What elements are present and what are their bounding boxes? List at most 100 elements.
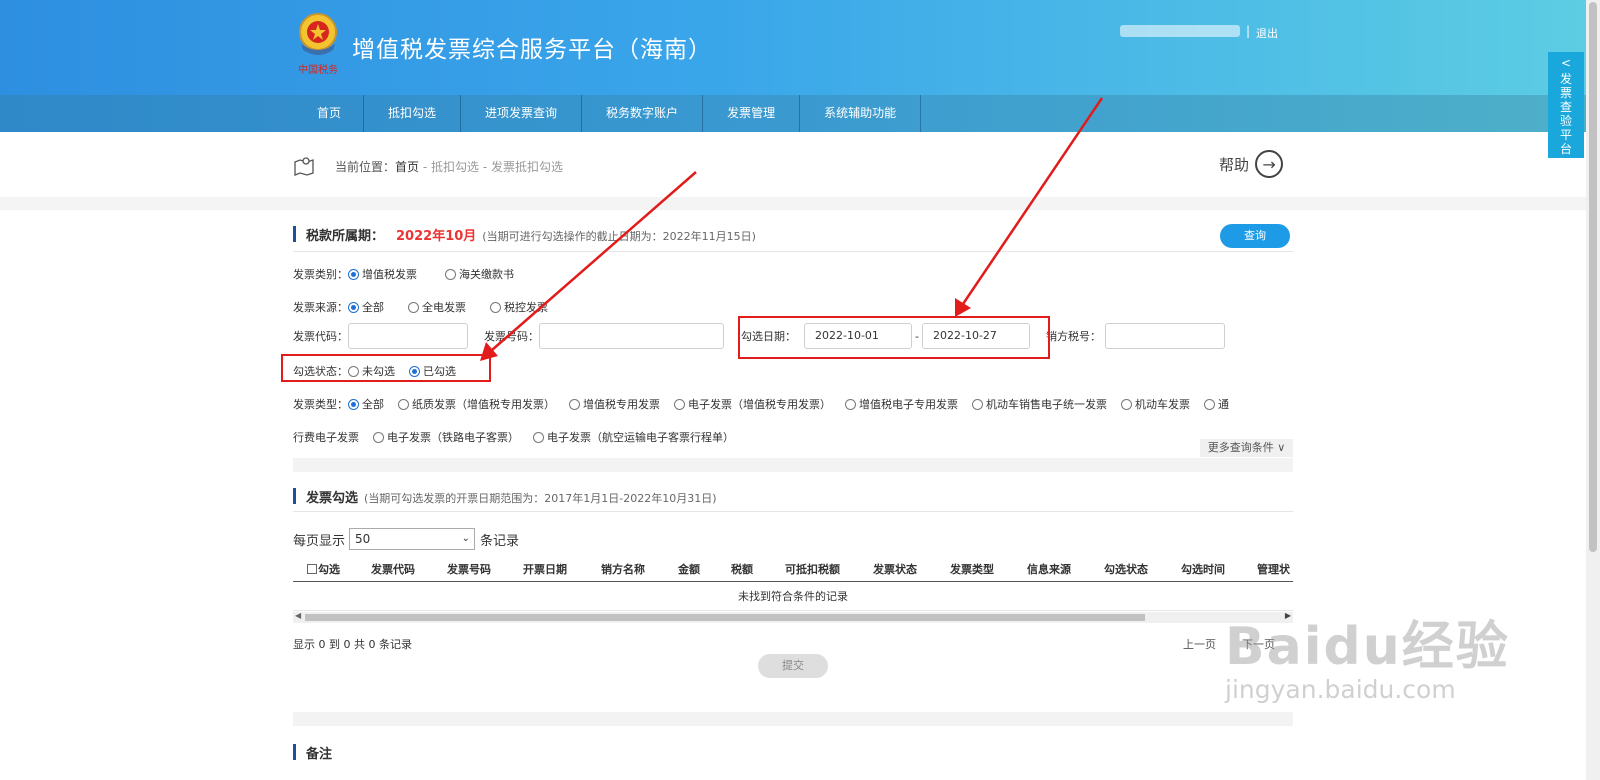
tax-period-label: 税款所属期：: [306, 229, 385, 244]
tax-emblem-logo: 中国税务: [298, 13, 338, 76]
invoice-type-row: 发票类型： 全部 纸质发票（增值税专用发票） 增值税专用发票 电子发票（增值税专…: [293, 396, 1243, 412]
breadcrumb-current: 发票抵扣勾选: [490, 160, 563, 174]
radio-label: 机动车发票: [1135, 398, 1190, 411]
breadcrumb-home[interactable]: 首页: [395, 160, 419, 174]
more-conditions-toggle[interactable]: 更多查询条件 ∨: [1200, 439, 1293, 457]
column-header[interactable]: 勾选时间: [1181, 561, 1225, 577]
column-header[interactable]: 勾选状态: [1104, 561, 1148, 577]
radio-unchecked-icon: [398, 398, 409, 410]
radio-unchecked-icon: [1204, 398, 1215, 410]
radio-source-full-electronic[interactable]: 全电发票: [408, 299, 466, 315]
invoice-verification-side-tab[interactable]: < 发票查验平台: [1548, 52, 1584, 158]
radio-type-air-itinerary[interactable]: 电子发票（航空运输电子客票行程单）: [533, 429, 734, 445]
column-header[interactable]: 发票代码: [371, 561, 415, 577]
date-highlight-box: [738, 316, 1050, 359]
table-header: 勾选 发票代码 发票号码 开票日期 销方名称 金额 税额 可抵扣税额 发票状态 …: [293, 554, 1293, 582]
radio-unchecked-icon: [490, 301, 501, 313]
radio-label: 机动车销售电子统一发票: [986, 398, 1107, 411]
nav-item-deduction-select[interactable]: 抵扣勾选: [364, 95, 462, 132]
radio-type-toll-electronic[interactable]: 通: [1204, 396, 1229, 412]
column-header[interactable]: 可抵扣税额: [785, 561, 840, 577]
chevron-left-icon: <: [1560, 56, 1572, 70]
breadcrumb-bar: 当前位置：首页 - 抵扣勾选 - 发票抵扣勾选 帮助 →: [0, 132, 1586, 197]
column-header[interactable]: 开票日期: [523, 561, 567, 577]
column-header[interactable]: 税额: [731, 561, 753, 577]
radio-label: 通: [1218, 398, 1229, 411]
nav-item-invoice-management[interactable]: 发票管理: [703, 95, 801, 132]
status-highlight-box: [281, 354, 491, 382]
radio-source-tax-control[interactable]: 税控发票: [490, 299, 548, 315]
breadcrumb-separator: -: [479, 160, 491, 174]
nav-item-tax-digital-account[interactable]: 税务数字账户: [582, 95, 704, 132]
radio-label: 全电发票: [422, 301, 466, 314]
per-page-select[interactable]: 50 ⌄: [349, 528, 476, 550]
table-horizontal-scrollbar[interactable]: ◀ ▶: [293, 611, 1293, 623]
tax-period-value: 2022年10月: [396, 229, 477, 244]
radio-type-paper-special[interactable]: 纸质发票（增值税专用发票）: [398, 396, 555, 412]
invoice-type-label: 发票类型：: [293, 398, 348, 411]
column-header[interactable]: 发票号码: [447, 561, 491, 577]
invoice-select-title: 发票勾选: [306, 491, 359, 506]
radio-label: 增值税发票: [362, 268, 417, 281]
chevron-down-icon: ⌄: [461, 533, 471, 544]
column-header[interactable]: 金额: [678, 561, 700, 577]
query-button[interactable]: 查询: [1220, 224, 1290, 248]
section-marker: [293, 226, 296, 242]
radio-type-vat-special[interactable]: 增值税专用发票: [569, 396, 660, 412]
records-suffix: 条记录: [480, 533, 520, 549]
checkbox-icon[interactable]: [307, 564, 317, 574]
scrollbar-thumb[interactable]: [1589, 2, 1597, 552]
radio-customs-payment[interactable]: 海关缴款书: [445, 266, 514, 282]
nav-item-home[interactable]: 首页: [293, 95, 365, 132]
user-name-blurred: [1120, 25, 1240, 37]
column-header[interactable]: 发票类型: [950, 561, 994, 577]
section-marker: [293, 488, 296, 504]
invoice-code-input[interactable]: [348, 323, 468, 349]
svg-text:中国税务: 中国税务: [298, 63, 338, 76]
radio-label: 全部: [362, 301, 384, 314]
site-title: 增值税发票综合服务平台（海南）: [352, 37, 712, 63]
submit-button[interactable]: 提交: [758, 654, 828, 678]
radio-type-railway-ticket[interactable]: 电子发票（铁路电子客票）: [373, 429, 519, 445]
radio-type-vat-electronic-special[interactable]: 增值税电子专用发票: [845, 396, 958, 412]
radio-type-electronic-special[interactable]: 电子发票（增值税专用发票）: [674, 396, 831, 412]
breadcrumb-separator: -: [419, 160, 431, 174]
vertical-scrollbar[interactable]: [1586, 0, 1600, 780]
prev-page-button[interactable]: 上一页: [1183, 636, 1216, 652]
scrollbar-thumb[interactable]: [305, 614, 1145, 621]
column-header: 勾选: [318, 563, 340, 576]
invoice-number-input[interactable]: [539, 323, 724, 349]
scroll-left-icon[interactable]: ◀: [295, 611, 301, 620]
logout-link[interactable]: 退出: [1256, 25, 1278, 41]
seller-tax-id-input[interactable]: [1104, 323, 1225, 349]
arrow-right-circle-icon: →: [1255, 150, 1284, 178]
radio-unchecked-icon: [972, 398, 983, 410]
radio-source-all[interactable]: 全部: [348, 299, 384, 315]
radio-label: 增值税电子专用发票: [859, 398, 958, 411]
main-nav: 首页 抵扣勾选 进项发票查询 税务数字账户 发票管理 系统辅助功能: [0, 95, 1586, 132]
radio-checked-icon: [348, 301, 359, 313]
radio-label: 电子发票（增值税专用发票）: [688, 398, 831, 411]
nav-item-input-invoice-query[interactable]: 进项发票查询: [461, 95, 583, 132]
tax-period-note: (当期可进行勾选操作的截止日期为：2022年11月15日): [482, 230, 756, 243]
breadcrumb-deduction-select[interactable]: 抵扣勾选: [431, 160, 479, 174]
column-header[interactable]: 发票状态: [873, 561, 917, 577]
section-divider-band: [293, 458, 1293, 472]
invoice-type-row-2: 行费电子发票 电子发票（铁路电子客票） 电子发票（航空运输电子客票行程单）: [293, 429, 748, 445]
section-marker: [293, 744, 296, 760]
breadcrumb-prefix: 当前位置：: [335, 160, 396, 174]
nav-item-system-tools[interactable]: 系统辅助功能: [800, 95, 922, 132]
invoice-source-row: 发票来源： 全部 全电发票 税控发票: [293, 299, 562, 315]
records-summary: 显示 0 到 0 共 0 条记录: [293, 638, 412, 651]
column-header[interactable]: 销方名称: [601, 561, 645, 577]
radio-unchecked-icon: [408, 301, 419, 313]
help-button[interactable]: 帮助 →: [1219, 150, 1284, 178]
select-all-header[interactable]: 勾选: [307, 561, 340, 577]
radio-type-all[interactable]: 全部: [348, 396, 384, 412]
radio-type-motor-vehicle[interactable]: 机动车发票: [1121, 396, 1190, 412]
radio-type-motor-vehicle-electronic[interactable]: 机动车销售电子统一发票: [972, 396, 1107, 412]
column-header[interactable]: 管理状: [1257, 561, 1290, 577]
radio-vat-invoice[interactable]: 增值税发票: [348, 266, 417, 282]
watermark-url: jingyan.baidu.com: [1225, 675, 1456, 704]
column-header[interactable]: 信息来源: [1027, 561, 1071, 577]
